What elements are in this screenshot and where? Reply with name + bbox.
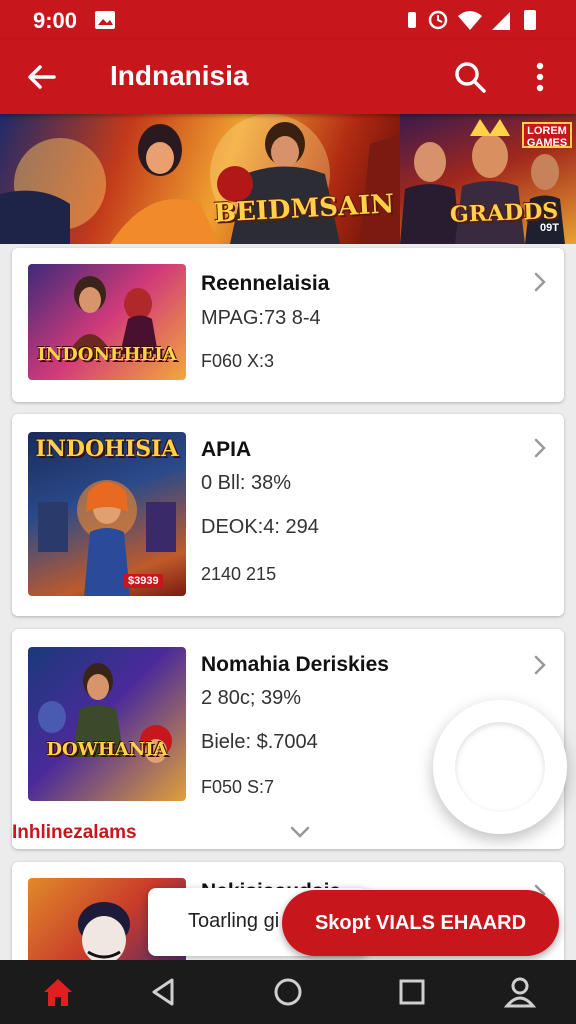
banner-badge: LOREM GAMES xyxy=(522,122,572,149)
wifi-icon xyxy=(458,11,482,30)
thumbnail-badge: $3939 xyxy=(124,574,163,588)
thumbnail-logo: INDOHISIA xyxy=(35,436,179,462)
list-item[interactable]: INDOHISIA $3939 APIA 0 Bll: 38% DEOK:4: … xyxy=(12,414,564,616)
chevron-right-icon[interactable] xyxy=(530,270,550,294)
hero-banner[interactable]: BEIDMSAIN GRADDS LOREM GAMES 09T xyxy=(0,114,576,244)
vibrate-icon xyxy=(408,12,416,28)
cta-button[interactable]: Skopt VIALS EHAARD xyxy=(282,890,559,956)
page-title: Indnanisia xyxy=(110,60,249,91)
status-bar: 9:00 xyxy=(0,0,576,40)
signal-icon xyxy=(492,12,510,30)
category-link[interactable]: Inhlinezalams xyxy=(12,822,137,844)
thumbnail-art xyxy=(38,663,172,763)
chevron-right-icon[interactable] xyxy=(530,436,550,460)
battery-icon xyxy=(524,10,536,30)
toast-text: Toarling gi xyxy=(188,910,280,932)
home-icon[interactable] xyxy=(40,974,76,1010)
search-icon[interactable] xyxy=(450,57,490,97)
card-title: APIA xyxy=(201,438,252,461)
game-thumbnail: DOWHANIA xyxy=(28,647,186,801)
list-item[interactable]: INDONEHEIA Reennelaisia MPAG:73 8-4 F060… xyxy=(12,248,564,402)
card-stat: F050 S:7 xyxy=(201,777,275,797)
chevron-down-icon[interactable] xyxy=(288,824,312,840)
game-thumbnail: INDOHISIA $3939 xyxy=(28,432,186,596)
game-thumbnail: INDONEHEIA xyxy=(28,264,186,380)
image-icon xyxy=(95,11,115,29)
banner-badge-sub: 09T xyxy=(540,222,559,234)
back-arrow-icon[interactable] xyxy=(22,57,62,97)
card-stat: 0 Bll: 38% xyxy=(201,472,292,494)
card-stat: MPAG:73 8-4 xyxy=(201,307,321,329)
card-stat: DEOK:4: 294 xyxy=(201,516,319,538)
app-bar: Indnanisia xyxy=(0,40,576,114)
home-circle-icon[interactable] xyxy=(270,974,306,1010)
status-icons xyxy=(408,10,536,30)
card-stat: 2140 215 xyxy=(201,564,277,584)
card-title: Nomahia Deriskies xyxy=(201,653,389,676)
fab-inner-circle xyxy=(455,722,545,812)
status-time: 9:00 xyxy=(33,8,78,33)
thumbnail-logo: INDONEHEIA xyxy=(37,344,177,365)
floating-action-button[interactable] xyxy=(433,700,567,834)
card-stat: Biele: $.7004 xyxy=(201,731,318,753)
profile-icon[interactable] xyxy=(502,974,538,1010)
chevron-right-icon[interactable] xyxy=(530,653,550,677)
back-triangle-icon[interactable] xyxy=(146,974,182,1010)
game-list: INDONEHEIA Reennelaisia MPAG:73 8-4 F060… xyxy=(0,244,576,960)
card-stat: 2 80c; 39% xyxy=(201,687,302,709)
recents-square-icon[interactable] xyxy=(394,974,430,1010)
card-title: Reennelaisia xyxy=(201,272,330,295)
system-nav-bar xyxy=(0,960,576,1024)
banner-art-left xyxy=(0,114,400,244)
thumbnail-logo: DOWHANIA xyxy=(46,739,168,760)
card-stat: F060 X:3 xyxy=(201,351,275,371)
banner-characters xyxy=(0,114,400,244)
more-vertical-icon[interactable] xyxy=(520,57,560,97)
